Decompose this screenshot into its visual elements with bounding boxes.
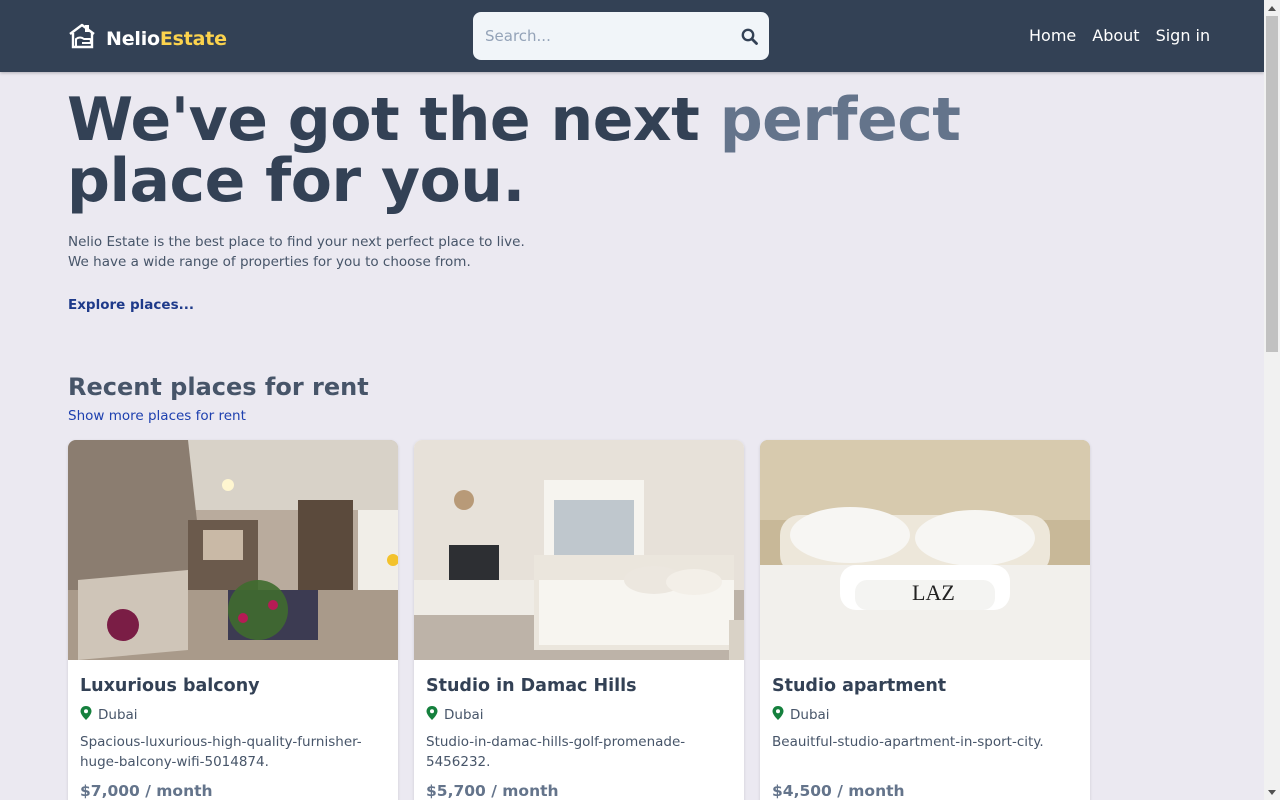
scroll-up-arrow-icon[interactable] — [1264, 0, 1280, 16]
search-bar — [473, 12, 769, 60]
listing-price: $7,000 / month — [80, 782, 213, 800]
hero-desc-line1: Nelio Estate is the best place to find y… — [68, 234, 525, 250]
location-pin-icon — [772, 706, 784, 724]
listing-price: $5,700 / month — [426, 782, 559, 800]
listing-photo-living-room[interactable] — [68, 440, 398, 660]
listing-location: Dubai — [80, 706, 386, 724]
main-nav: Home About Sign in — [1029, 26, 1210, 45]
search-input[interactable] — [485, 27, 725, 45]
listing-price: $4,500 / month — [772, 782, 905, 800]
listing-location-text: Dubai — [790, 707, 830, 723]
listing-title[interactable]: Luxurious balcony — [80, 674, 386, 698]
svg-text:LAZ: LAZ — [912, 580, 955, 605]
hero-desc-line2: We have a wide range of properties for y… — [68, 254, 471, 270]
house-logo-icon — [68, 22, 98, 55]
location-pin-icon — [426, 706, 438, 724]
listing-location: Dubai — [772, 706, 1078, 724]
listing-location-text: Dubai — [444, 707, 484, 723]
hero-title: We've got the next perfect place for you. — [67, 90, 967, 212]
listing-description: Spacious-luxurious-high-quality-furnishe… — [80, 734, 362, 770]
explore-places-link[interactable]: Explore places... — [68, 297, 194, 313]
listing-photo-bed-towels[interactable]: LAZ — [760, 440, 1090, 660]
listing-card[interactable]: LAZ Studio apartment Dubai Beauitful-stu… — [760, 440, 1090, 800]
listing-location-text: Dubai — [98, 707, 138, 723]
hero-description: Nelio Estate is the best place to find y… — [68, 232, 525, 272]
nav-sign-in[interactable]: Sign in — [1156, 26, 1211, 45]
search-icon[interactable] — [739, 26, 759, 46]
section-title-recent-rent: Recent places for rent — [68, 373, 369, 401]
logo-text-accent: Estate — [159, 27, 227, 50]
scroll-down-arrow-icon[interactable] — [1264, 784, 1280, 800]
vertical-scrollbar[interactable] — [1264, 0, 1280, 800]
hero-title-accent: perfect — [719, 85, 961, 155]
nav-home[interactable]: Home — [1029, 26, 1076, 45]
scrollbar-thumb[interactable] — [1266, 16, 1278, 352]
logo-text-primary: Nelio — [106, 27, 160, 50]
listing-location: Dubai — [426, 706, 732, 724]
hero-title-line2: place for you. — [67, 146, 525, 216]
hero-title-line1: We've got the next — [67, 85, 720, 155]
listing-card[interactable]: Studio in Damac Hills Dubai Studio-in-da… — [414, 440, 744, 800]
listing-title[interactable]: Studio in Damac Hills — [426, 674, 732, 698]
nav-about[interactable]: About — [1092, 26, 1139, 45]
listing-title[interactable]: Studio apartment — [772, 674, 1078, 698]
brand-logo[interactable]: Nelio Estate — [68, 22, 227, 55]
listing-card[interactable]: Luxurious balcony Dubai Spacious-luxurio… — [68, 440, 398, 800]
location-pin-icon — [80, 706, 92, 724]
listing-description: Beauitful-studio-apartment-in-sport-city… — [772, 734, 1044, 750]
show-more-rent-link[interactable]: Show more places for rent — [68, 408, 246, 424]
top-navbar: NelioEstate Home About Sign in — [0, 0, 1264, 72]
listing-photo-bedroom[interactable] — [414, 440, 744, 660]
listing-description: Studio-in-damac-hills-golf-promenade-545… — [426, 734, 686, 770]
listing-cards: Luxurious balcony Dubai Spacious-luxurio… — [68, 440, 1090, 800]
